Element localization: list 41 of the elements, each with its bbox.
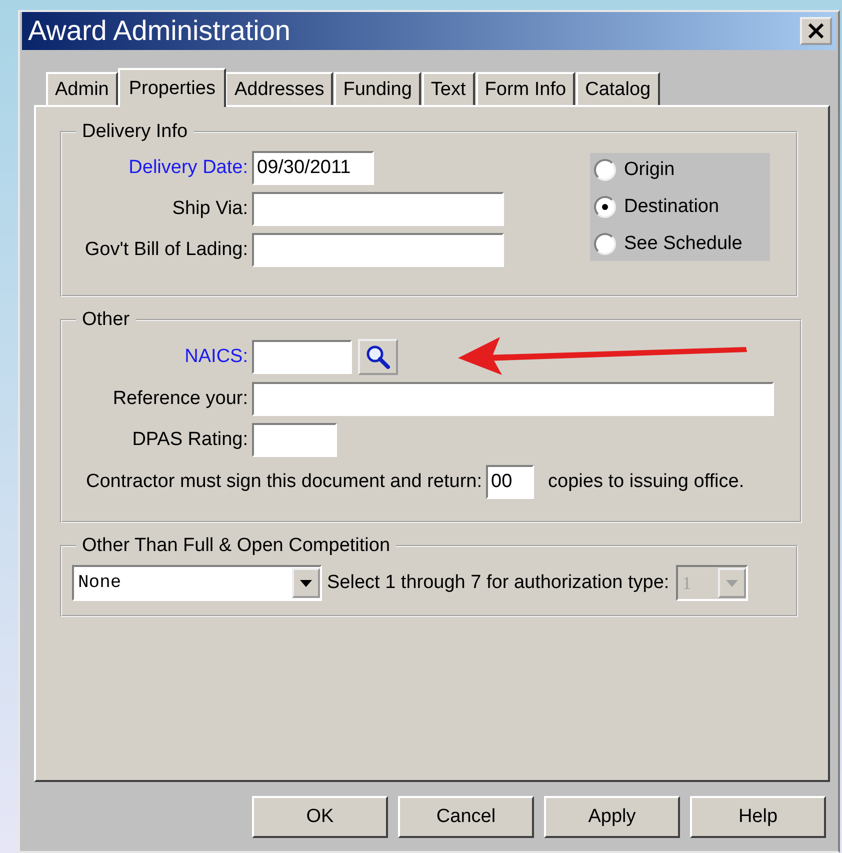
- window-title: Award Administration: [28, 15, 290, 47]
- search-icon: [365, 344, 391, 370]
- field-label: Gov't Bill of Lading:: [84, 239, 248, 261]
- input-field[interactable]: [252, 192, 504, 226]
- tab[interactable]: Addresses: [225, 72, 334, 105]
- field-label: Delivery Date:: [128, 157, 248, 179]
- close-button[interactable]: ×: [800, 17, 832, 45]
- dialog-button[interactable]: Apply: [544, 796, 680, 838]
- radio-button[interactable]: [594, 233, 616, 255]
- radio-label: See Schedule: [624, 233, 742, 255]
- dialog-button[interactable]: Cancel: [398, 796, 534, 838]
- field-label: Reference your:: [112, 388, 248, 410]
- group-title: Other: [81, 309, 131, 331]
- input-field[interactable]: [252, 233, 504, 267]
- input-field[interactable]: [252, 382, 774, 416]
- input-field[interactable]: 09/30/2011: [252, 151, 374, 185]
- authorization-label: Select 1 through 7 for authorization type:: [327, 572, 670, 594]
- field-label: DPAS Rating:: [131, 429, 248, 451]
- search-button[interactable]: [358, 339, 398, 375]
- group-title: Delivery Info: [81, 121, 189, 143]
- tab[interactable]: Admin: [46, 72, 118, 105]
- radio-label: Origin: [624, 159, 675, 181]
- field-label: Ship Via:: [171, 198, 248, 220]
- radio-button[interactable]: [594, 196, 616, 218]
- dropdown[interactable]: None: [72, 565, 322, 601]
- copies-label: Contractor must sign this document and return:: [86, 471, 482, 493]
- field-label: NAICS:: [184, 346, 248, 368]
- tab[interactable]: Catalog: [576, 72, 660, 105]
- dialog-button[interactable]: OK: [252, 796, 388, 838]
- dialog-button[interactable]: Help: [690, 796, 826, 838]
- radio-label: Destination: [624, 196, 720, 218]
- radio-button[interactable]: [594, 159, 616, 181]
- input-field[interactable]: [252, 340, 352, 374]
- group-title: Other Than Full & Open Competition: [81, 535, 392, 557]
- tab[interactable]: Form Info: [476, 72, 576, 105]
- tab[interactable]: Funding: [334, 72, 421, 105]
- input-field[interactable]: 00: [486, 465, 534, 499]
- input-field[interactable]: [252, 423, 337, 457]
- tab[interactable]: Properties: [118, 68, 226, 107]
- copies-label: copies to issuing office.: [548, 471, 744, 493]
- tab[interactable]: Text: [422, 72, 475, 105]
